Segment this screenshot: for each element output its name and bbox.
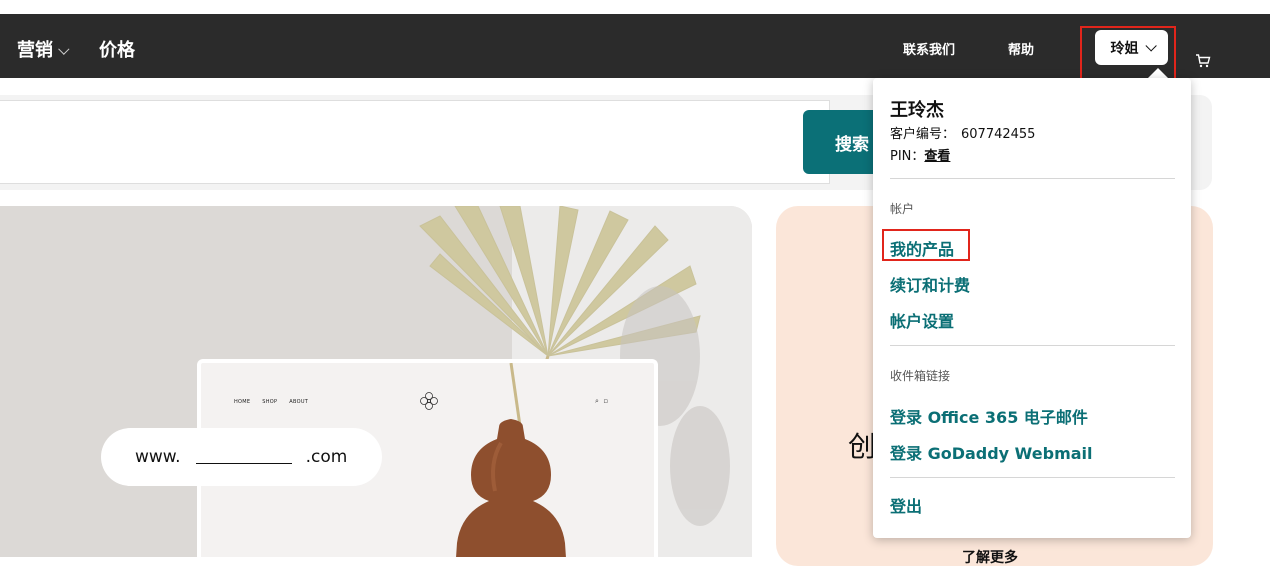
section-account: 帐户 (890, 202, 915, 216)
domain-prefix: www. (135, 447, 181, 467)
pin-label: PIN： (890, 149, 925, 164)
nav-contact-us[interactable]: 联系我们 (903, 39, 955, 58)
account-holder-name: 王玲杰 (890, 100, 944, 121)
nav-marketing[interactable]: 营销 (17, 36, 70, 62)
promo-heading: 创 (848, 430, 877, 463)
pin-view-link[interactable]: 查看 (924, 149, 950, 164)
vase-image (456, 363, 566, 557)
mockup-nav: HOME SHOP ABOUT (234, 399, 318, 405)
dropdown-divider (890, 178, 1175, 179)
mockup-nav-about: ABOUT (289, 399, 309, 405)
chevron-down-icon (58, 43, 70, 55)
domain-pill: www. .com (101, 428, 382, 486)
customer-number: 客户编号： 607742455 (890, 123, 1035, 142)
highlight-box-my-products (882, 229, 970, 261)
section-inbox-links: 收件箱链接 (890, 369, 951, 383)
menu-godaddy-webmail[interactable]: 登录 GoDaddy Webmail (890, 440, 1093, 464)
domain-search-input[interactable] (0, 100, 830, 184)
nav-pricing[interactable]: 价格 (99, 36, 135, 62)
flower-logo-icon (420, 392, 438, 410)
customer-number-value: 607742455 (961, 127, 1036, 142)
mockup-nav-home: HOME (234, 399, 251, 405)
learn-more-link[interactable]: 了解更多 (962, 547, 1018, 567)
menu-account-settings[interactable]: 帐户设置 (890, 308, 954, 332)
menu-office365-login[interactable]: 登录 Office 365 电子邮件 (890, 404, 1088, 428)
dropdown-divider (890, 477, 1175, 478)
mockup-nav-shop: SHOP (262, 399, 278, 405)
browser-top-strip (0, 0, 1270, 14)
dropdown-divider (890, 345, 1175, 346)
nav-help[interactable]: 帮助 (1008, 39, 1034, 58)
customer-number-label: 客户编号： (890, 127, 956, 142)
menu-renewals-billing[interactable]: 续订和计费 (890, 272, 970, 296)
hero-banner: HOME SHOP ABOUT ⌕ ▫ www. .com (0, 206, 752, 557)
nav-marketing-label: 营销 (17, 40, 53, 61)
menu-sign-out[interactable]: 登出 (890, 493, 922, 517)
mockup-icons: ⌕ ▫ (595, 397, 609, 405)
domain-suffix: .com (305, 447, 348, 467)
pin-row: PIN：查看 (890, 145, 950, 164)
domain-blank-line (195, 462, 292, 464)
cart-icon[interactable] (1195, 53, 1211, 72)
